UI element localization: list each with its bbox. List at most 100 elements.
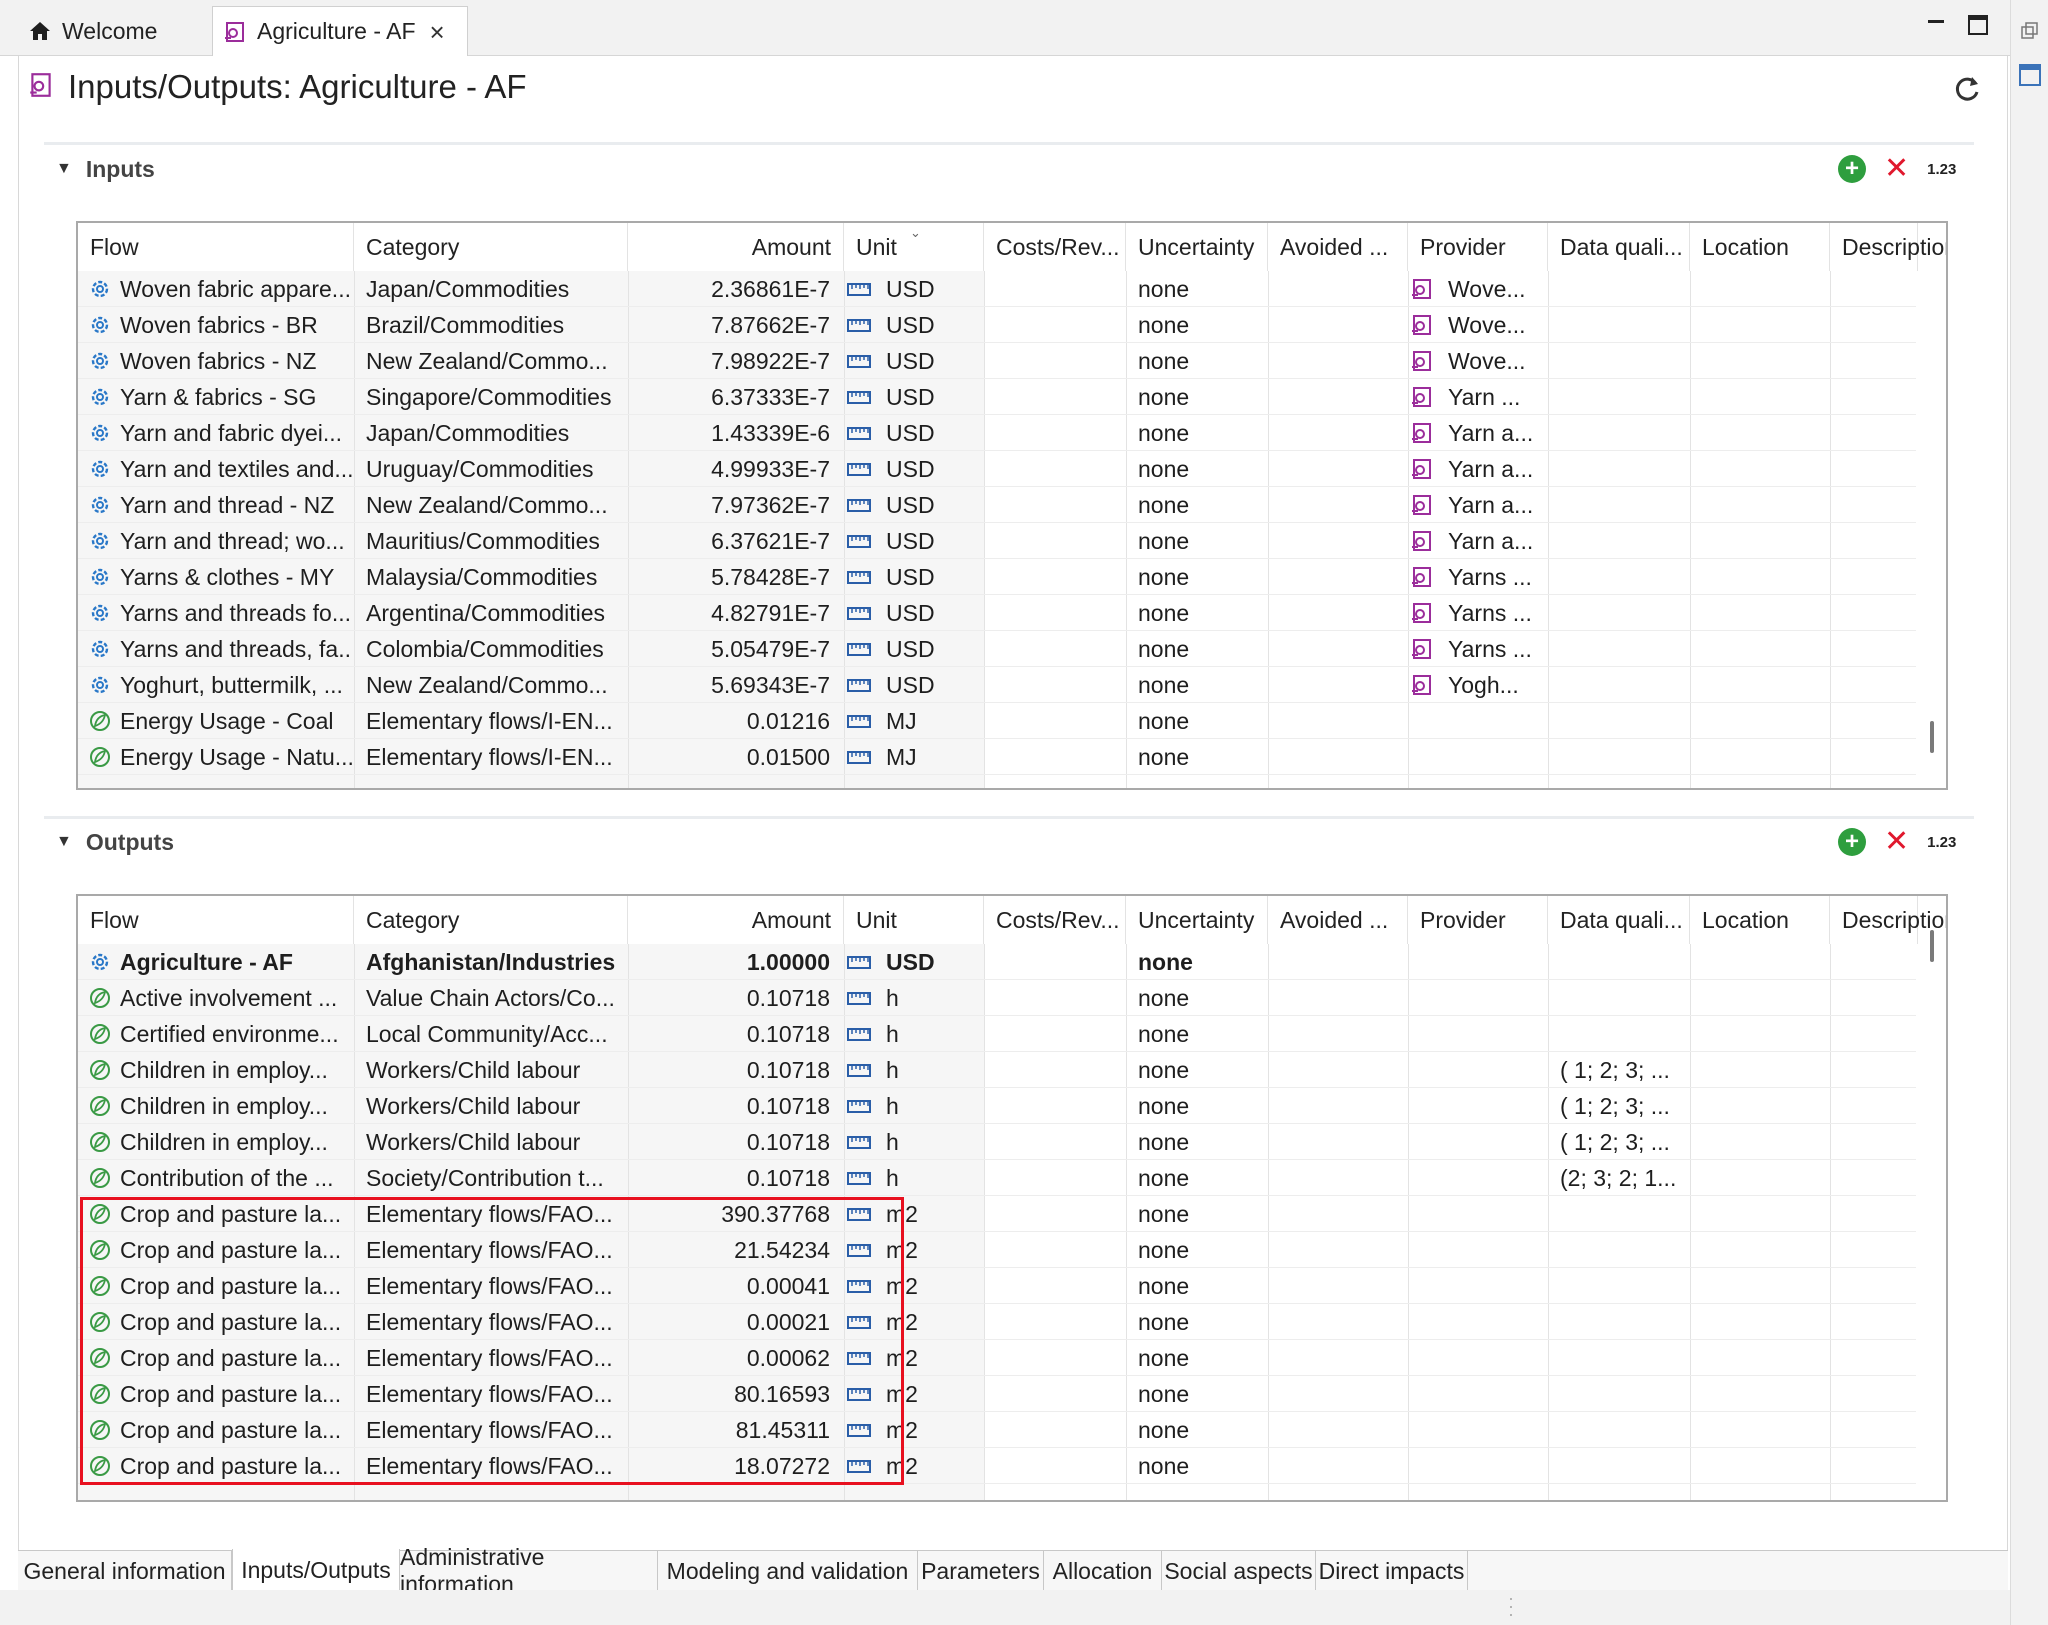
vertical-scrollbar-thumb[interactable]	[1930, 721, 1934, 753]
category-cell[interactable]: New Zealand/Commo...	[366, 343, 622, 379]
category-cell[interactable]: Malaysia/Commodities	[366, 559, 622, 595]
unit-cell[interactable]: MJ	[846, 703, 976, 739]
flow-cell[interactable]: Agriculture - AF	[88, 944, 352, 980]
uncertainty-cell[interactable]: none	[1138, 703, 1268, 739]
category-cell[interactable]: Japan/Commodities	[366, 415, 622, 451]
uncertainty-cell[interactable]: none	[1138, 1340, 1268, 1376]
table-row[interactable]: Yarn & fabrics - SG Singapore/Commodities…	[78, 379, 1916, 415]
uncertainty-cell[interactable]: none	[1138, 667, 1268, 703]
uncertainty-cell[interactable]: none	[1138, 1448, 1268, 1484]
uncertainty-cell[interactable]: none	[1138, 1412, 1268, 1448]
data-quality-cell[interactable]: ( 1; 2; 3; ...	[1560, 1124, 1690, 1160]
unit-cell[interactable]: USD	[846, 595, 976, 631]
category-cell[interactable]: Local Community/Acc...	[366, 1016, 622, 1052]
data-quality-cell[interactable]: ( 1; 2; 3; ...	[1560, 1088, 1690, 1124]
category-cell[interactable]: Value Chain Actors/Co...	[366, 980, 622, 1016]
amount-cell[interactable]: 7.97362E-7	[626, 487, 836, 523]
flow-cell[interactable]: Children in employ...	[88, 1124, 352, 1160]
flow-cell[interactable]: Certified environme...	[88, 1016, 352, 1052]
category-cell[interactable]: Japan/Commodities	[366, 271, 622, 307]
column-header[interactable]: Costs/Rev...	[984, 896, 1126, 944]
collapse-icon[interactable]: ▼	[56, 833, 72, 851]
page-tab[interactable]: Direct impacts	[1316, 1551, 1468, 1591]
flow-cell[interactable]: Yarn and thread; wo...	[88, 523, 352, 559]
uncertainty-cell[interactable]: none	[1138, 739, 1268, 775]
unit-cell[interactable]: USD	[846, 944, 976, 980]
category-cell[interactable]: New Zealand/Commo...	[366, 667, 622, 703]
column-header[interactable]: Amount	[628, 896, 844, 944]
number-format-button[interactable]: 1.23	[1927, 161, 1956, 178]
add-output-button[interactable]: +	[1838, 828, 1866, 856]
drag-handle-icon[interactable]: · · ·	[1508, 1589, 1514, 1623]
flow-cell[interactable]: Children in employ...	[88, 1052, 352, 1088]
uncertainty-cell[interactable]: none	[1138, 1052, 1268, 1088]
column-header[interactable]: Category	[354, 896, 628, 944]
uncertainty-cell[interactable]: none	[1138, 271, 1268, 307]
amount-cell[interactable]: 2.36861E-7	[626, 271, 836, 307]
provider-cell[interactable]: Yarns ...	[1410, 631, 1540, 667]
provider-cell[interactable]: Yarn a...	[1410, 523, 1540, 559]
uncertainty-cell[interactable]: none	[1138, 595, 1268, 631]
amount-cell[interactable]: 0.10718	[626, 980, 836, 1016]
category-cell[interactable]: Singapore/Commodities	[366, 379, 622, 415]
inputs-section-header[interactable]: ▼ Inputs	[56, 151, 155, 187]
amount-cell[interactable]: 1.43339E-6	[626, 415, 836, 451]
column-header[interactable]: Description	[1830, 223, 1946, 271]
uncertainty-cell[interactable]: none	[1138, 523, 1268, 559]
provider-cell[interactable]: Yarn a...	[1410, 415, 1540, 451]
page-tab[interactable]: Administrative information	[400, 1544, 658, 1597]
amount-cell[interactable]: 7.87662E-7	[626, 307, 836, 343]
add-input-button[interactable]: +	[1838, 155, 1866, 183]
provider-cell[interactable]: Yarns ...	[1410, 559, 1540, 595]
category-cell[interactable]: Uruguay/Commodities	[366, 451, 622, 487]
amount-cell[interactable]: 0.10718	[626, 1052, 836, 1088]
amount-cell[interactable]: 4.82791E-7	[626, 595, 836, 631]
restore-icon[interactable]	[2019, 20, 2041, 47]
provider-cell[interactable]: Wove...	[1410, 271, 1540, 307]
unit-cell[interactable]: MJ	[846, 739, 976, 775]
amount-cell[interactable]: 5.78428E-7	[626, 559, 836, 595]
uncertainty-cell[interactable]: none	[1138, 487, 1268, 523]
flow-cell[interactable]: Yarn and fabric dyei...	[88, 415, 352, 451]
flow-cell[interactable]: Yarn and textiles and...	[88, 451, 352, 487]
remove-output-button[interactable]: ✕	[1884, 827, 1909, 857]
uncertainty-cell[interactable]: none	[1138, 1376, 1268, 1412]
page-tab[interactable]: General information	[18, 1551, 232, 1591]
flow-cell[interactable]: Contribution of the ...	[88, 1160, 352, 1196]
data-quality-cell[interactable]: (2; 3; 2; 1...	[1560, 1160, 1690, 1196]
category-cell[interactable]: New Zealand/Commo...	[366, 487, 622, 523]
tab-agriculture-af[interactable]: Agriculture - AF ×	[212, 6, 468, 56]
view-icon[interactable]	[2017, 62, 2043, 93]
column-header[interactable]: Location	[1690, 896, 1830, 944]
flow-cell[interactable]: Children in employ...	[88, 1088, 352, 1124]
column-header[interactable]: Flow	[78, 896, 354, 944]
amount-cell[interactable]: 1.00000	[626, 944, 836, 980]
unit-cell[interactable]: USD	[846, 379, 976, 415]
flow-cell[interactable]: Yarns and threads, fa...	[88, 631, 352, 667]
unit-cell[interactable]: USD	[846, 631, 976, 667]
maximize-icon[interactable]	[1964, 12, 1992, 38]
category-cell[interactable]: Elementary flows/I-EN...	[366, 739, 622, 775]
unit-cell[interactable]: h	[846, 1088, 976, 1124]
uncertainty-cell[interactable]: none	[1138, 1196, 1268, 1232]
tab-welcome[interactable]: Welcome	[18, 6, 208, 56]
category-cell[interactable]: Society/Contribution t...	[366, 1160, 622, 1196]
table-row[interactable]: Yarns and threads, fa... Colombia/Commodi…	[78, 631, 1916, 667]
column-header[interactable]: Uncertainty	[1126, 896, 1268, 944]
table-row[interactable]: Woven fabrics - BR Brazil/Commodities 7.87…	[78, 307, 1916, 343]
flow-cell[interactable]: Yarns and threads fo...	[88, 595, 352, 631]
amount-cell[interactable]: 7.98922E-7	[626, 343, 836, 379]
close-tab-icon[interactable]: ×	[430, 19, 445, 45]
table-row[interactable]: Yarns and threads fo... Argentina/Commodi…	[78, 595, 1916, 631]
category-cell[interactable]: Argentina/Commodities	[366, 595, 622, 631]
amount-cell[interactable]: 0.01216	[626, 703, 836, 739]
amount-cell[interactable]: 0.10718	[626, 1160, 836, 1196]
flow-cell[interactable]: Yarn and thread - NZ	[88, 487, 352, 523]
page-tab[interactable]: Inputs/Outputs	[232, 1549, 400, 1591]
category-cell[interactable]: Workers/Child labour	[366, 1124, 622, 1160]
unit-cell[interactable]: h	[846, 980, 976, 1016]
column-header[interactable]: Avoided ...	[1268, 223, 1408, 271]
table-row[interactable]: Woven fabric appare... Japan/Commodities 2…	[78, 271, 1916, 307]
table-row[interactable]: Active involvement ... Value Chain Actors…	[78, 980, 1916, 1016]
flow-cell[interactable]: Woven fabrics - BR	[88, 307, 352, 343]
